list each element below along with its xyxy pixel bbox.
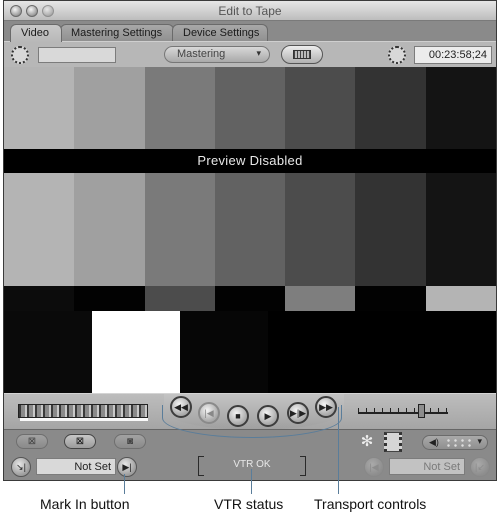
castellation-bar-1 [4,286,74,311]
speaker-icon: ◀) [429,437,439,447]
pluge-bar-1 [4,311,92,393]
mid-bar-3 [145,173,215,286]
callout-vtr-status: VTR status [214,496,284,512]
top-bar-6 [355,67,426,149]
shuttle-control[interactable] [18,404,148,418]
jog-slider[interactable] [358,404,448,418]
out-point-field[interactable]: Not Set [389,458,465,475]
castellation-bar-7 [426,286,496,311]
duration-timecode-field[interactable]: 00:23:58;24 [414,46,492,64]
in-timecode-clock-icon [11,46,29,64]
go-to-out-point-button[interactable]: |↙ [470,457,490,477]
mode-select[interactable]: Mastering ▾ [164,46,270,63]
tab-video[interactable]: Video [10,24,62,42]
jog-thumb[interactable] [418,404,425,418]
filmstrip-button[interactable] [281,45,323,64]
preview-disabled-overlay: Preview Disabled [4,149,496,173]
mid-bar-4 [215,173,285,286]
mid-bar-6 [355,173,426,286]
castellation-bar-3 [145,286,215,311]
vtr-status-callout-line [251,469,252,494]
mid-bar-1 [4,173,74,286]
transport-callout-line [338,407,339,494]
snowflake-icon[interactable]: ✻ [359,434,375,450]
audio-channel-dots [445,438,473,447]
mark-point-button[interactable]: ◙ [114,434,146,449]
castellation-bar-2 [74,286,145,311]
filmstrip-icon[interactable] [384,432,402,452]
chevron-down-icon: ▾ [477,436,482,446]
callout-transport-controls: Transport controls [314,496,427,512]
castellation-bar-4 [215,286,285,311]
pluge-bar-3 [180,311,268,393]
top-bar-5 [285,67,355,149]
in-timecode-field[interactable] [38,47,116,63]
tab-strip: Video Mastering Settings Device Settings [4,21,496,42]
mark-out-button[interactable]: |◀ [364,457,384,477]
window-title: Edit to Tape [218,4,282,18]
in-point-field[interactable]: Not Set [36,458,116,475]
mark-in-out-button[interactable]: ⊠ [64,434,96,449]
pluge-bar-2 [92,311,180,393]
pluge-bar-4 [268,311,344,393]
mid-bar-5 [285,173,355,286]
mark-in-callout-line [124,474,125,494]
filmstrip-icon [293,50,311,59]
vtr-status: VTR OK [233,459,271,470]
callout-mark-in-button: Mark In button [40,496,130,512]
tab-device-settings[interactable]: Device Settings [172,24,268,42]
pluge-bar-6 [420,311,496,393]
tab-mastering-settings[interactable]: Mastering Settings [60,24,174,42]
top-bar-2 [74,67,145,149]
title-bar[interactable]: Edit to Tape [4,1,496,21]
pluge-bar-5 [344,311,420,393]
castellation-bar-6 [355,286,426,311]
top-bar-1 [4,67,74,149]
shuttle-base [20,418,148,421]
mid-bar-7 [426,173,496,286]
go-to-in-point-button[interactable]: ↘| [11,457,31,477]
toolbar: Mastering ▾ 00:23:58;24 [4,41,496,67]
mark-clip-button[interactable]: ⊠ [16,434,48,449]
mark-in-button[interactable]: ▶| [117,457,137,477]
mode-select-value: Mastering [177,48,226,60]
chevron-down-icon: ▾ [256,48,261,58]
video-preview: Preview Disabled [4,67,496,393]
top-bar-3 [145,67,215,149]
top-bar-4 [215,67,285,149]
vtr-status-box: VTR OK [198,456,306,476]
duration-clock-icon [388,46,406,64]
castellation-bar-5 [285,286,355,311]
jog-track [358,412,448,414]
top-bar-7 [426,67,496,149]
mid-bar-2 [74,173,145,286]
audio-channel-select[interactable]: ◀) ▾ [422,435,488,450]
